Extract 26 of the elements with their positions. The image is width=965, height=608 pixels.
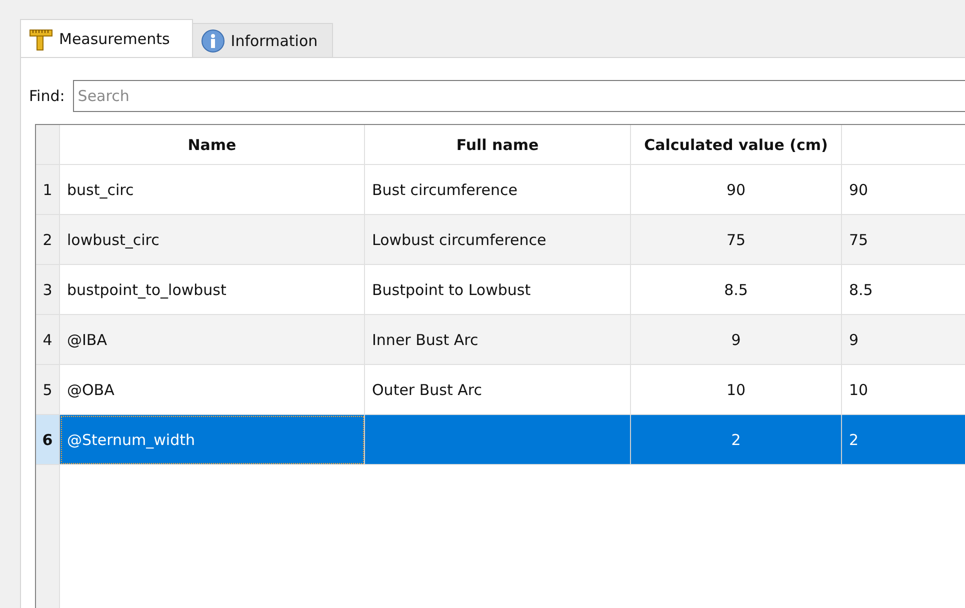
- row-number[interactable]: 3: [36, 264, 60, 314]
- table-cell: Lowbust circumference: [364, 214, 630, 264]
- row-number[interactable]: 6: [36, 414, 60, 464]
- search-field[interactable]: Search: [72, 80, 965, 112]
- column-header[interactable]: Full name: [364, 125, 630, 164]
- tab[interactable]: Measurements: [20, 19, 193, 57]
- table-cell: @Sternum_width: [60, 414, 364, 464]
- table-cell: 9: [842, 314, 965, 364]
- ruler-icon: [29, 26, 53, 50]
- column-header[interactable]: Name: [60, 125, 364, 164]
- table-cell: Inner Bust Arc: [364, 314, 630, 364]
- find-label: Find:: [29, 87, 65, 105]
- column-header[interactable]: Calculated value (cm): [630, 125, 842, 164]
- table-cell: 2: [630, 414, 842, 464]
- table-cell: 75: [630, 214, 842, 264]
- info-icon: [200, 28, 225, 52]
- table-cell: 2: [842, 414, 965, 464]
- table-cell: @IBA: [60, 314, 364, 364]
- table-cell: 9: [630, 314, 842, 364]
- row-number[interactable]: 2: [36, 214, 60, 264]
- tab[interactable]: Information: [192, 23, 333, 57]
- table-cell: 75: [842, 214, 965, 264]
- row-number[interactable]: 5: [36, 364, 60, 414]
- row-number[interactable]: 1: [36, 164, 60, 214]
- row-number[interactable]: 4: [36, 314, 60, 364]
- table-cell: lowbust_circ: [60, 214, 364, 264]
